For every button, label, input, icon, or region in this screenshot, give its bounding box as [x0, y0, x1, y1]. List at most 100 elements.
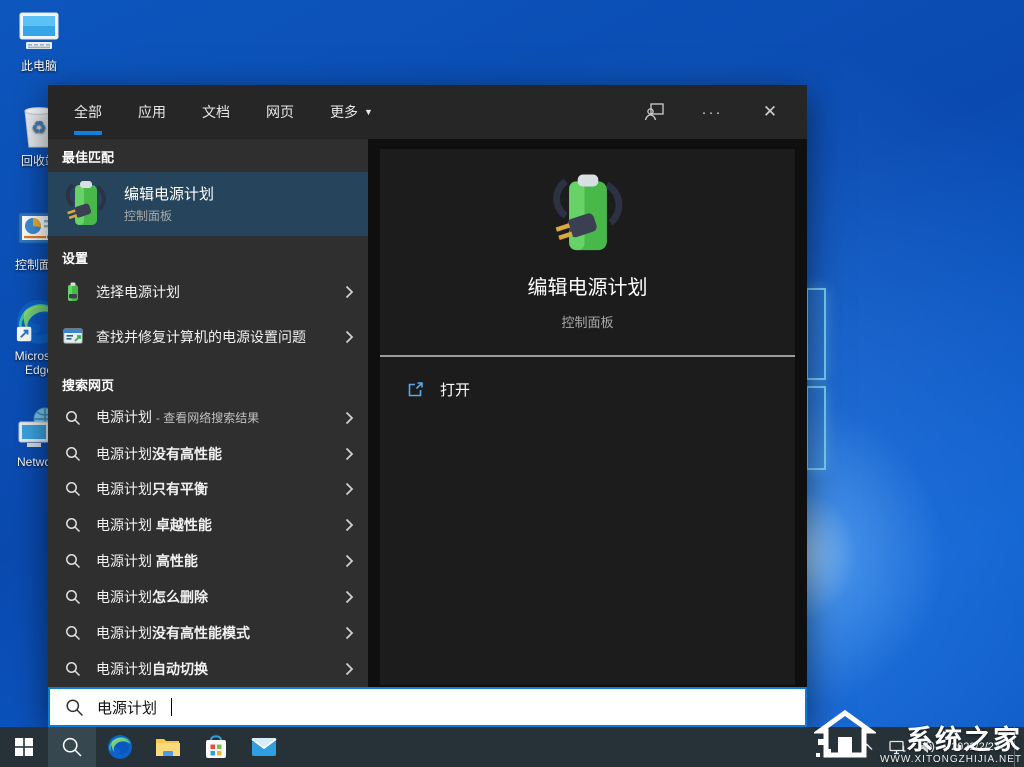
search-icon: [62, 625, 84, 641]
taskbar-store-button[interactable]: [192, 727, 240, 767]
result-label: 电源计划没有高性能: [96, 444, 345, 464]
section-header-best-match: 最佳匹配: [48, 139, 368, 172]
best-match-result[interactable]: 编辑电源计划 控制面板: [48, 172, 368, 236]
preview-title: 编辑电源计划: [528, 271, 648, 300]
result-label: 选择电源计划: [96, 282, 345, 302]
close-icon[interactable]: ✕: [755, 97, 785, 127]
settings-result-choose-power-plan[interactable]: 选择电源计划: [48, 273, 368, 311]
tab-apps[interactable]: 应用: [138, 85, 166, 139]
text-caret: [171, 698, 172, 716]
result-label: 电源计划 - 查看网络搜索结果: [96, 407, 345, 428]
desktop-icon-this-pc[interactable]: 此电脑: [0, 8, 78, 73]
chevron-right-icon[interactable]: [345, 411, 354, 425]
active-tab-underline: [74, 131, 102, 135]
result-label: 电源计划 高性能: [96, 551, 345, 571]
settings-result-troubleshoot-power[interactable]: 查找并修复计算机的电源设置问题: [48, 311, 368, 363]
web-result[interactable]: 电源计划没有高性能模式: [48, 615, 368, 651]
chevron-right-icon[interactable]: [345, 330, 354, 344]
result-label: 查找并修复计算机的电源设置问题: [96, 327, 308, 347]
best-match-title: 编辑电源计划: [124, 183, 214, 204]
open-action[interactable]: 打开: [406, 379, 470, 400]
result-label: 电源计划自动切换: [96, 659, 345, 679]
web-result[interactable]: 电源计划自动切换: [48, 651, 368, 687]
search-icon: [62, 661, 84, 677]
taskbar-file-explorer-button[interactable]: [144, 727, 192, 767]
best-match-subtitle: 控制面板: [124, 207, 214, 224]
desktop: 此电脑 ♻ 回收站 控制面板: [0, 0, 1024, 767]
wallpaper-windows-logo-pane: [806, 386, 826, 470]
search-icon: [62, 517, 84, 533]
troubleshoot-icon: [62, 328, 84, 346]
tray-network-icon[interactable]: [887, 734, 907, 760]
tray-clock[interactable]: 2022/2/23: [947, 741, 1004, 754]
start-button[interactable]: [0, 727, 48, 767]
preview-subtitle: 控制面板: [561, 312, 613, 331]
web-result[interactable]: 电源计划没有高性能: [48, 436, 368, 472]
chevron-right-icon[interactable]: [345, 590, 354, 604]
result-label: 电源计划没有高性能模式: [96, 623, 345, 643]
web-result[interactable]: 电源计划 - 查看网络搜索结果: [48, 400, 368, 436]
search-panel-body: 最佳匹配: [48, 139, 807, 687]
section-header-search-web: 搜索网页: [48, 363, 368, 400]
search-panel-header: 全部 应用 文档 网页 更多 ▼: [48, 85, 807, 139]
preview-card: 编辑电源计划 控制面板 打开: [380, 149, 795, 685]
desktop-icon-label: 此电脑: [21, 59, 57, 73]
search-panel: 全部 应用 文档 网页 更多 ▼: [48, 85, 807, 727]
this-pc-icon: [15, 8, 63, 56]
open-label: 打开: [440, 379, 470, 400]
chevron-right-icon[interactable]: [345, 662, 354, 676]
tab-documents[interactable]: 文档: [202, 85, 230, 139]
search-input[interactable]: 电源计划: [48, 687, 807, 727]
chevron-right-icon[interactable]: [345, 626, 354, 640]
web-result[interactable]: 电源计划怎么删除: [48, 579, 368, 615]
search-icon: [62, 589, 84, 605]
taskbar-mail-button[interactable]: [240, 727, 288, 767]
tray-chevron-up-icon[interactable]: [857, 734, 877, 760]
power-plan-icon: [62, 179, 110, 229]
more-options-icon[interactable]: ···: [697, 97, 727, 127]
search-icon: [62, 410, 84, 426]
chevron-right-icon[interactable]: [345, 447, 354, 461]
search-icon: [62, 446, 84, 462]
web-result[interactable]: 电源计划 卓越性能: [48, 507, 368, 543]
chevron-right-icon[interactable]: [345, 554, 354, 568]
tab-label: 应用: [138, 102, 166, 122]
search-icon: [65, 698, 84, 717]
result-label: 电源计划怎么删除: [96, 587, 345, 607]
tab-label: 网页: [266, 102, 294, 122]
result-label: 电源计划 卓越性能: [96, 515, 345, 535]
battery-small-icon: [62, 282, 84, 302]
open-external-icon: [406, 381, 424, 399]
preview-divider: [380, 355, 795, 357]
feedback-icon[interactable]: [639, 97, 669, 127]
results-column: 最佳匹配: [48, 139, 368, 687]
web-result[interactable]: 电源计划只有平衡: [48, 471, 368, 507]
tray-volume-icon[interactable]: [917, 734, 937, 760]
chevron-right-icon[interactable]: [345, 285, 354, 299]
header-actions: ··· ✕: [639, 97, 785, 127]
chevron-right-icon[interactable]: [345, 518, 354, 532]
search-icon: [62, 481, 84, 497]
show-desktop-button[interactable]: [1014, 727, 1018, 767]
tab-label: 文档: [202, 102, 230, 122]
taskbar-edge-button[interactable]: [96, 727, 144, 767]
search-icon: [62, 553, 84, 569]
tab-label: 更多: [330, 102, 358, 122]
chevron-down-icon: ▼: [364, 107, 373, 117]
search-input-value: 电源计划: [97, 697, 157, 718]
tab-label: 全部: [74, 102, 102, 122]
best-match-text: 编辑电源计划 控制面板: [124, 183, 214, 224]
tab-web[interactable]: 网页: [266, 85, 294, 139]
tab-more[interactable]: 更多 ▼: [330, 85, 373, 139]
wallpaper-windows-logo-pane: [806, 288, 826, 380]
system-tray: 2022/2/23: [857, 727, 1024, 767]
chevron-right-icon[interactable]: [345, 482, 354, 496]
web-result[interactable]: 电源计划 高性能: [48, 543, 368, 579]
svg-text:♻: ♻: [31, 118, 46, 137]
taskbar: 2022/2/23: [0, 727, 1024, 767]
result-label: 电源计划只有平衡: [96, 479, 345, 499]
search-tabs: 全部 应用 文档 网页 更多 ▼: [74, 85, 373, 139]
taskbar-search-button[interactable]: [48, 727, 96, 767]
power-plan-large-icon: [548, 171, 628, 257]
tab-all[interactable]: 全部: [74, 85, 102, 139]
